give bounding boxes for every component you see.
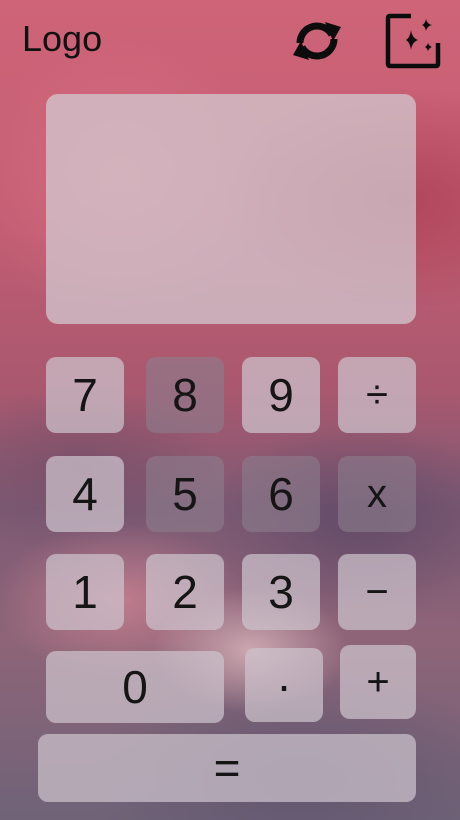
key-decimal-label: · [276,659,292,711]
key-7[interactable]: 7 [46,357,124,433]
key-2[interactable]: 2 [146,554,224,630]
key-8[interactable]: 8 [146,357,224,433]
key-0-label: 0 [122,661,148,713]
key-8-label: 8 [172,369,198,421]
key-9-label: 9 [268,369,294,421]
key-subtract[interactable]: − [338,554,416,630]
key-3[interactable]: 3 [242,554,320,630]
key-4[interactable]: 4 [46,456,124,532]
logo: Logo [22,18,103,59]
key-subtract-label: − [365,569,389,614]
key-5[interactable]: 5 [146,456,224,532]
key-divide-label: ÷ [366,372,388,417]
key-7-label: 7 [72,369,98,421]
key-6[interactable]: 6 [242,456,320,532]
key-3-label: 3 [268,566,294,618]
ai-image-button[interactable] [384,12,442,70]
key-9[interactable]: 9 [242,357,320,433]
key-add-label: + [366,659,390,704]
key-1[interactable]: 1 [46,554,124,630]
key-multiply-label: x [367,471,387,516]
key-4-label: 4 [72,468,98,520]
sparkle-image-icon [385,13,441,69]
refresh-button[interactable] [288,12,346,70]
key-divide[interactable]: ÷ [338,357,416,433]
key-equals[interactable]: = [38,734,416,802]
refresh-icon [293,22,341,60]
top-bar: Logo [0,0,460,84]
key-equals-label: = [213,742,241,794]
key-add[interactable]: + [340,645,416,719]
key-2-label: 2 [172,566,198,618]
key-0[interactable]: 0 [46,651,224,723]
calculator-display [46,94,416,324]
key-6-label: 6 [268,468,294,520]
key-5-label: 5 [172,468,198,520]
key-multiply[interactable]: x [338,456,416,532]
key-1-label: 1 [72,566,98,618]
key-decimal[interactable]: · [245,648,323,722]
